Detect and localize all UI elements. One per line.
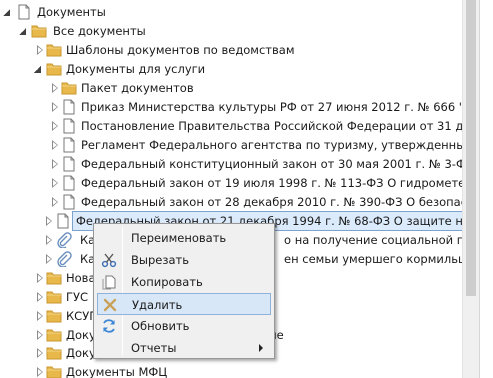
expand-toggle[interactable] xyxy=(37,348,43,358)
document-icon xyxy=(63,137,75,153)
expand-toggle[interactable] xyxy=(37,330,43,340)
document-icon xyxy=(63,99,75,115)
vertical-scrollbar[interactable] xyxy=(462,0,479,378)
context-menu: Переименовать Вырезать Копировать Удалит… xyxy=(93,223,275,359)
document-icon xyxy=(63,175,75,191)
folder-icon xyxy=(61,82,77,95)
expand-toggle[interactable] xyxy=(37,311,43,321)
expand-toggle[interactable] xyxy=(37,45,43,55)
document-icon xyxy=(63,156,75,172)
submenu-arrow-icon xyxy=(259,344,263,352)
tree-node-mfc-documents[interactable]: Документы МФЦ xyxy=(0,361,462,378)
delete-icon xyxy=(103,298,117,312)
menu-item-label: Копировать xyxy=(131,275,203,289)
menu-item-label: Удалить xyxy=(132,298,183,312)
expand-toggle[interactable] xyxy=(52,197,58,207)
folder-icon xyxy=(46,291,62,304)
menu-item-label: Обновить xyxy=(131,319,190,333)
expand-toggle[interactable] xyxy=(52,159,58,169)
folder-icon xyxy=(46,347,62,360)
folder-icon xyxy=(46,366,62,378)
document-icon xyxy=(63,118,75,134)
expand-toggle[interactable] xyxy=(37,273,43,283)
menu-item-cut[interactable]: Вырезать xyxy=(97,249,271,271)
menu-item-label: Переименовать xyxy=(131,231,227,245)
menu-item-label: Отчеты xyxy=(131,341,177,355)
expand-toggle[interactable] xyxy=(19,28,26,35)
expand-toggle[interactable] xyxy=(52,121,58,131)
attachment-icon xyxy=(57,251,72,267)
document-icon xyxy=(57,213,69,229)
folder-icon xyxy=(46,272,62,285)
expand-toggle[interactable] xyxy=(52,140,58,150)
menu-item-reports[interactable]: Отчеты xyxy=(97,337,271,359)
copy-icon xyxy=(102,275,116,290)
menu-item-refresh[interactable]: Обновить xyxy=(97,315,271,337)
document-icon xyxy=(63,194,75,210)
menu-item-copy[interactable]: Копировать xyxy=(97,271,271,293)
expand-toggle[interactable] xyxy=(46,235,52,245)
expand-toggle[interactable] xyxy=(3,9,10,16)
menu-item-rename[interactable]: Переименовать xyxy=(97,227,271,249)
expand-toggle[interactable] xyxy=(46,254,52,264)
scissors-icon xyxy=(101,253,117,268)
right-panel-edge xyxy=(479,0,493,378)
expand-toggle[interactable] xyxy=(52,178,58,188)
document-icon xyxy=(18,4,30,20)
folder-icon xyxy=(46,63,62,76)
refresh-icon xyxy=(103,319,115,333)
expand-toggle[interactable] xyxy=(37,367,43,377)
menu-item-delete[interactable]: Удалить xyxy=(97,293,271,315)
folder-icon xyxy=(46,329,62,342)
expand-toggle[interactable] xyxy=(46,216,52,226)
tree-node-label: Документы МФЦ xyxy=(66,365,168,378)
expand-toggle[interactable] xyxy=(37,292,43,302)
folder-icon xyxy=(46,44,62,57)
folder-icon xyxy=(31,25,47,38)
expand-toggle[interactable] xyxy=(52,102,58,112)
expand-toggle[interactable] xyxy=(52,83,58,93)
attachment-icon xyxy=(57,232,72,248)
folder-icon xyxy=(46,310,62,323)
expand-toggle[interactable] xyxy=(34,66,41,73)
menu-item-label: Вырезать xyxy=(131,253,189,267)
scrollbar-thumb[interactable] xyxy=(466,0,476,296)
